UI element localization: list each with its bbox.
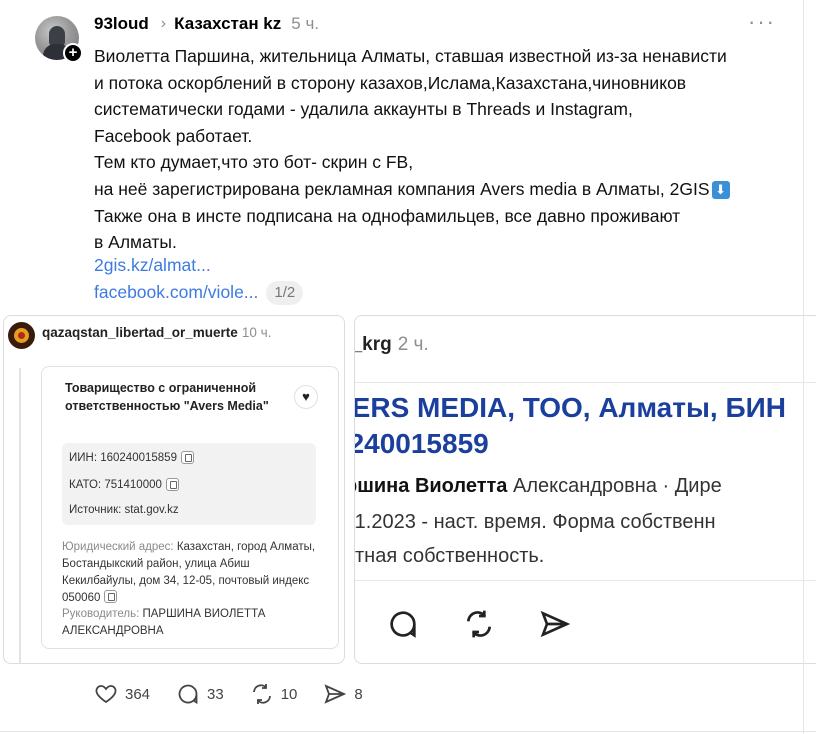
director-role: Александровна · Дире [507,475,722,497]
post-line: Виолетта Паршина, жительница Алматы, ста… [94,46,727,66]
director-name: ршина Виолетта [354,475,508,497]
kato-value: КАТО: 751410000 [69,478,162,491]
legal-address: Юридический адрес: Казахстан, город Алма… [62,539,324,607]
company-title: Товарищество с ограниченной ответственно… [65,381,269,413]
thread-line [19,368,21,663]
manager-label: Руководитель: [62,608,140,620]
post-time: 5 ч. [291,14,320,33]
post-line: систематически годами - удалила аккаунты… [94,99,633,120]
divider [355,382,816,383]
post-header: 93loud › Казахстан kz 5 ч. [94,12,319,36]
comment-count: 33 [207,685,224,703]
thread-post: + 93loud › Казахстан kz 5 ч. ··· Виолетт… [0,0,816,734]
ownership-line: стная собственность. [354,545,545,567]
card2-actions [387,608,571,640]
copy-icon [180,451,194,464]
comment-button[interactable]: 33 [176,682,224,706]
send-icon [540,610,571,638]
source-value: Источник: stat.gov.kz [69,504,179,516]
post-line: Facebook работает. [94,125,253,146]
post-line: Также она в инсте подписана на однофамил… [94,205,681,226]
column-border [0,731,816,732]
repost-icon [467,610,491,638]
page-indicator: 1/2 [266,280,304,305]
copy-icon [165,478,179,491]
post-line-text: на неё зарегистрирована рекламная компан… [94,178,710,199]
emblem-avatar [8,322,35,349]
post-line: на неё зарегистрирована рекламная компан… [94,176,784,203]
chevron-right-icon: › [160,15,167,32]
company-ids: ИИН: 160240015859 КАТО: 751410000 Источн… [62,443,316,525]
down-arrow-icon: ⬇ [711,180,730,199]
card1-header: qazaqstan_libertad_or_muerte 10 ч. [42,325,271,340]
heart-icon [95,685,117,704]
media-card-screenshot-1[interactable]: qazaqstan_libertad_or_muerte 10 ч. Товари… [3,315,345,664]
post-line: Тем кто думает,что это бот- скрин с FB, [94,152,414,173]
card1-time: 10 ч. [241,325,272,340]
like-count: 364 [125,685,151,703]
manager: Руководитель: ПАРШИНА ВИОЛЕТТА АЛЕКСАНДР… [62,606,324,640]
send-icon [324,684,347,704]
address-label: Юридический адрес: [62,541,174,553]
card2-username: a_krg [355,334,392,355]
repost-button[interactable]: 10 [250,682,298,706]
like-button[interactable]: 364 [94,682,150,706]
post-text: Виолетта Паршина, жительница Алматы, ста… [94,43,784,256]
share-count: 8 [354,685,363,703]
company-info-card: Товарищество с ограниченной ответственно… [41,366,339,649]
card2-header: a_krg2 ч. [355,334,429,356]
post-actions: 364 33 10 8 [94,682,363,706]
plus-icon[interactable]: + [63,43,83,63]
company-heading: VERS MEDIA, ТОО, Алматы, БИН [354,392,786,423]
repost-count: 10 [280,685,298,703]
period-line: 11.2023 - наст. время. Форма собственн [354,511,716,533]
copy-icon [103,590,117,603]
divider [355,580,816,581]
card2-time: 2 ч. [397,334,429,355]
link-facebook[interactable]: facebook.com/viole... [94,279,258,306]
director-line: ршина Виолетта Александровна · Дире [354,472,722,500]
post-line: и потока оскорблений в сторону казахов,И… [94,72,687,93]
comment-icon [178,684,198,705]
company-bin: 0240015859 [355,428,489,459]
more-horizontal-icon[interactable]: ··· [748,11,776,33]
link-2gis[interactable]: 2gis.kz/almat... [94,252,303,279]
share-button[interactable]: 8 [323,682,363,706]
repost-icon [252,684,271,704]
heart-icon: ♥ [294,385,318,409]
media-card-screenshot-2[interactable]: a_krg2 ч. VERS MEDIA, ТОО, Алматы, БИН 0… [354,315,816,664]
card1-username: qazaqstan_libertad_or_muerte [42,325,238,340]
username[interactable]: 93loud [94,14,149,34]
community-name[interactable]: Казахстан kz [174,14,281,34]
post-links: 2gis.kz/almat... facebook.com/viole... 1… [94,252,304,306]
comment-icon [390,611,416,638]
inn-value: ИИН: 160240015859 [69,451,177,464]
column-border [803,0,804,734]
